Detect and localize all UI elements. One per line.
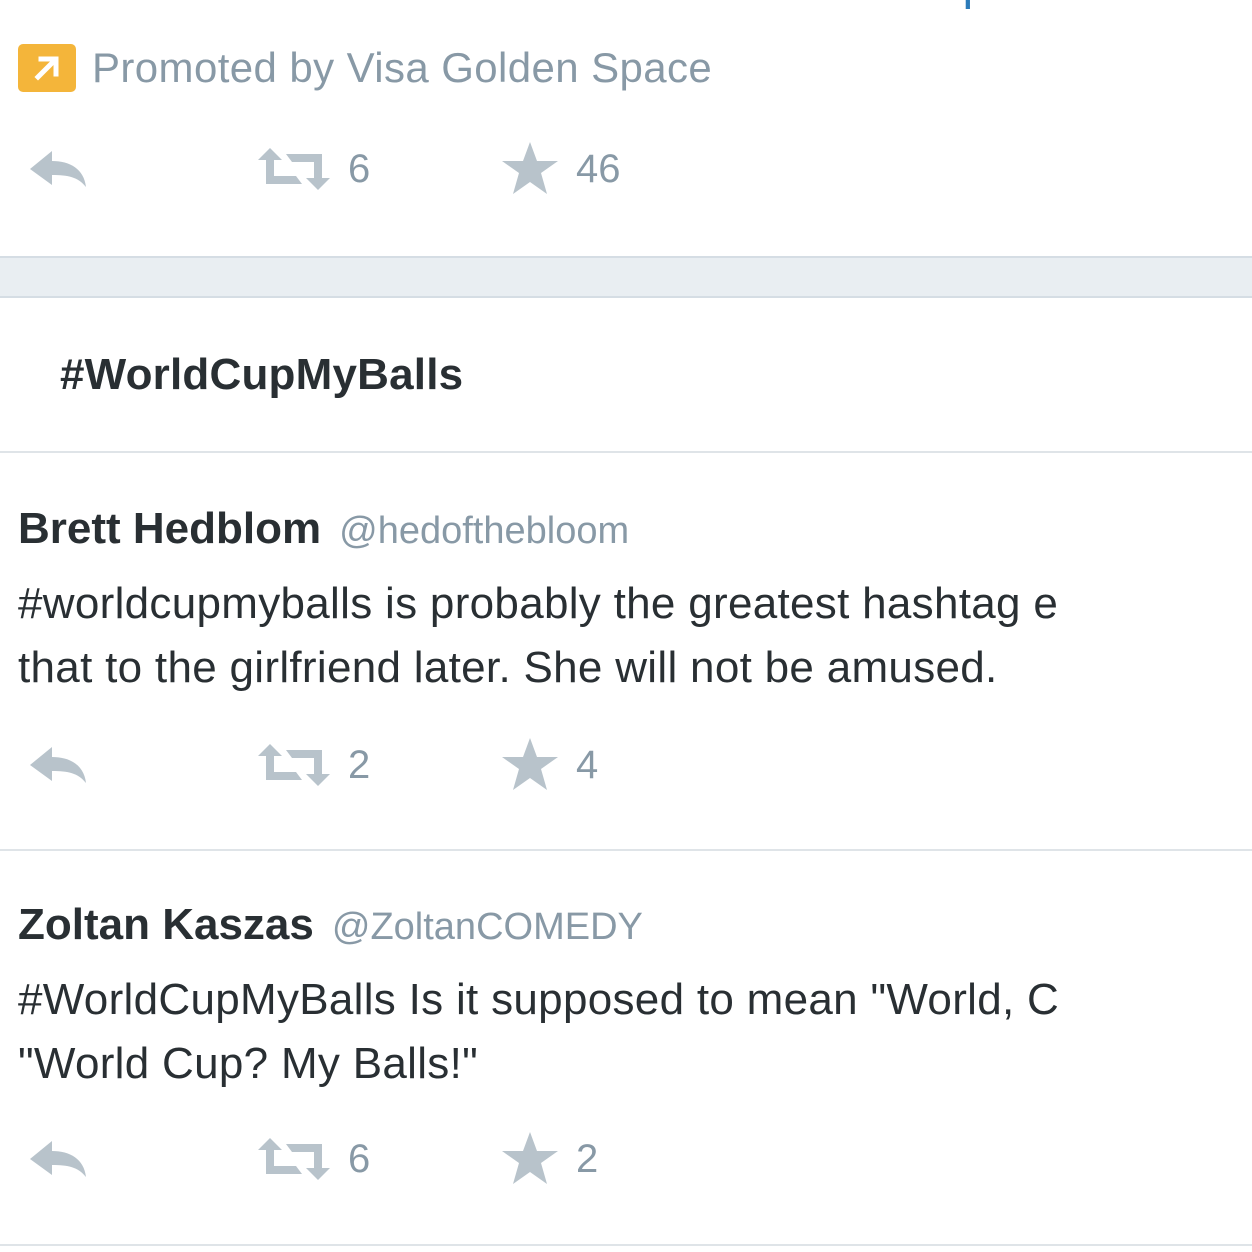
divider [0,451,1252,453]
retweet-icon [258,1138,330,1180]
reply-icon [30,1141,86,1177]
promoted-arrow-icon [18,44,76,92]
favorite-button[interactable]: 46 [500,134,621,204]
retweet-count: 6 [348,1136,371,1181]
promoted-tweet-link[interactable]: pic.twitter [963,0,1169,10]
tweet-text-line: #WorldCupMyBalls Is it supposed to mean … [18,975,1060,1024]
star-icon [502,142,558,194]
promoted-tweet-text: w/ #BoltTT for a chance to #WinWithBoltT… [18,0,1169,11]
retweet-count: 2 [348,742,371,787]
promoted-by-label[interactable]: Promoted by Visa Golden Space [92,44,712,92]
divider [0,849,1252,851]
section-title: #WorldCupMyBalls [60,350,464,399]
favorite-button[interactable]: 4 [500,730,598,800]
tweet-header: Brett Hedblom @hedofthebloom [18,504,629,554]
tweet-author-name[interactable]: Brett Hedblom [18,504,321,554]
section-separator [0,256,1252,298]
reply-icon [30,151,86,187]
reply-button[interactable] [26,134,88,204]
star-icon [502,738,558,790]
divider [0,1244,1252,1246]
tweet-text: #WorldCupMyBalls Is it supposed to mean … [18,968,1252,1096]
reply-button[interactable] [26,730,88,800]
reply-icon [30,747,86,783]
tweet-author-handle[interactable]: @hedofthebloom [339,510,629,553]
tweet-author-name[interactable]: Zoltan Kaszas [18,900,314,950]
favorite-count: 4 [576,742,599,787]
retweet-button[interactable]: 6 [256,1124,370,1194]
retweet-icon [258,148,330,190]
favorite-button[interactable]: 2 [500,1124,598,1194]
retweet-button[interactable]: 6 [256,134,370,204]
retweet-icon [258,744,330,786]
favorite-count: 2 [576,1136,599,1181]
star-icon [502,1132,558,1184]
retweet-button[interactable]: 2 [256,730,370,800]
twitter-timeline: w/ #BoltTT for a chance to #WinWithBoltT… [0,0,1252,1252]
tweet-author-handle[interactable]: @ZoltanCOMEDY [332,906,643,949]
promoted-tweet-text-prefix: w/ #BoltTT for a chance to #WinWithBoltT… [18,0,949,10]
retweet-count: 6 [348,146,371,191]
tweet-text: #worldcupmyballs is probably the greates… [18,572,1252,700]
reply-button[interactable] [26,1124,88,1194]
tweet-actions: 6 2 [0,1124,1252,1194]
tweet-actions: 2 4 [0,730,1252,800]
tweet-header: Zoltan Kaszas @ZoltanCOMEDY [18,900,643,950]
tweet-text-line: that to the girlfriend later. She will n… [18,643,998,692]
promoted-tweet-actions: 6 46 [0,134,1252,204]
favorite-count: 46 [576,146,621,191]
tweet-text-line: "World Cup? My Balls!" [18,1039,479,1088]
tweet-text-line: #worldcupmyballs is probably the greates… [18,579,1059,628]
promoted-label-row: Promoted by Visa Golden Space [18,44,712,92]
